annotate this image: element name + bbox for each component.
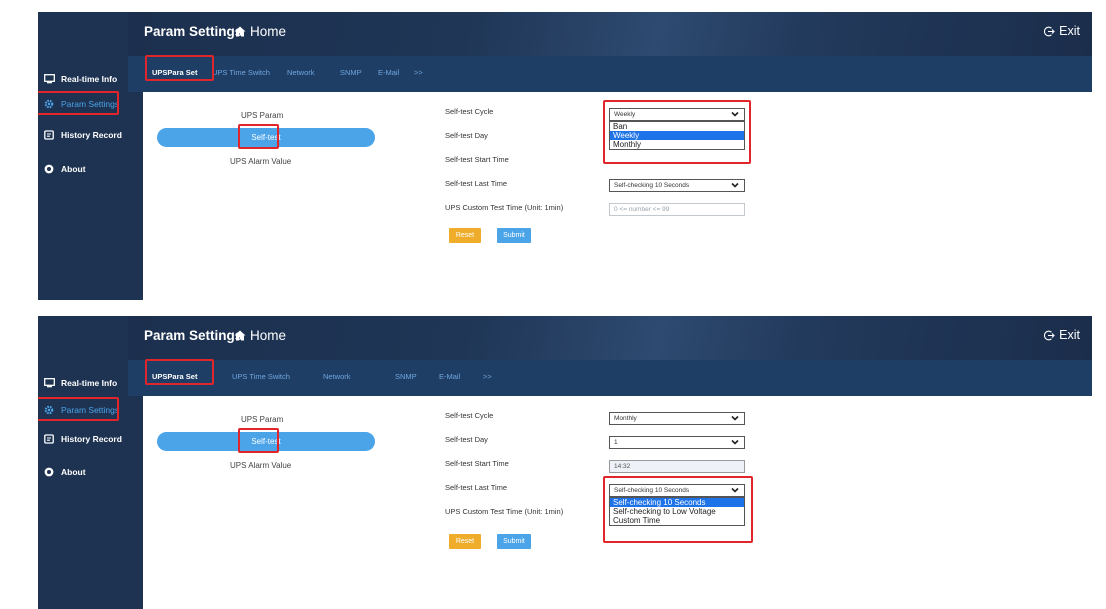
highlight-box xyxy=(145,359,214,385)
screenshot-panel-2: Real-time Info Param Settings History Re… xyxy=(38,316,1092,609)
sidebar-item-about[interactable]: About xyxy=(38,460,128,484)
tab-network[interactable]: Network xyxy=(323,372,351,381)
self-test-start-time-input[interactable]: 14:32 xyxy=(609,460,745,473)
content-area: UPS Param Self-test UPS Alarm Value Self… xyxy=(143,92,1092,300)
sidebar-item-history-record[interactable]: History Record xyxy=(38,427,128,451)
reset-button[interactable]: Reset xyxy=(449,534,481,549)
exit-button[interactable]: Exit xyxy=(1044,24,1080,38)
home-label: Home xyxy=(250,24,287,39)
exit-button[interactable]: Exit xyxy=(1044,328,1080,342)
label-self-test-day: Self-test Day xyxy=(445,435,488,444)
reset-button[interactable]: Reset xyxy=(449,228,481,243)
monitor-icon xyxy=(43,73,55,85)
sidebar-item-history-record[interactable]: History Record xyxy=(38,123,128,147)
header: Param Settings Home Exit xyxy=(128,12,1092,56)
tab-ups-time-switch[interactable]: UPS Time Switch xyxy=(232,372,290,381)
subnav-ups-alarm-value[interactable]: UPS Alarm Value xyxy=(230,461,291,470)
label-self-test-last-time: Self-test Last Time xyxy=(445,483,508,492)
sidebar-item-label: About xyxy=(61,467,86,477)
tab-more[interactable]: >> xyxy=(414,68,423,77)
chevron-down-icon xyxy=(731,182,739,188)
chevron-down-icon xyxy=(731,439,739,445)
selected-value: Monthly xyxy=(614,415,637,422)
highlight-box xyxy=(38,91,119,115)
sidebar-item-label: History Record xyxy=(61,434,122,444)
tab-email[interactable]: E-Mail xyxy=(378,68,399,77)
history-icon xyxy=(43,433,55,445)
tab-ups-time-switch[interactable]: UPS Time Switch xyxy=(212,68,270,77)
chevron-down-icon xyxy=(731,415,739,421)
page-title: Param Settings xyxy=(144,24,243,39)
label-self-test-cycle: Self-test Cycle xyxy=(445,411,494,420)
exit-icon xyxy=(1044,26,1055,36)
self-test-day-select[interactable]: 1 xyxy=(609,436,745,449)
selected-value: Self-checking 10 Seconds xyxy=(614,182,690,189)
tab-more[interactable]: >> xyxy=(483,372,492,381)
home-icon xyxy=(234,26,246,37)
submit-button[interactable]: Submit xyxy=(497,534,531,549)
label-ups-custom-test-time: UPS Custom Test Time (Unit: 1min) xyxy=(445,507,564,516)
info-icon xyxy=(43,163,55,175)
self-test-last-time-select[interactable]: Self-checking 10 Seconds xyxy=(609,179,745,192)
highlight-box xyxy=(238,124,279,149)
header: Param Settings Home Exit xyxy=(128,316,1092,360)
home-icon xyxy=(234,330,246,341)
selected-value: 1 xyxy=(614,439,618,446)
highlight-box xyxy=(38,397,119,421)
label-self-test-start-time: Self-test Start Time xyxy=(445,155,509,164)
subnav-ups-alarm-value[interactable]: UPS Alarm Value xyxy=(230,157,291,166)
tab-snmp[interactable]: SNMP xyxy=(395,372,417,381)
label-self-test-start-time: Self-test Start Time xyxy=(445,459,509,468)
exit-label: Exit xyxy=(1059,24,1080,38)
screenshot-panel-1: Real-time Info Param Settings History Re… xyxy=(38,12,1092,300)
sidebar-item-label: History Record xyxy=(61,130,122,140)
subnav-ups-param[interactable]: UPS Param xyxy=(241,111,283,120)
sidebar-item-label: Real-time Info xyxy=(61,378,118,388)
subnav-ups-param[interactable]: UPS Param xyxy=(241,415,283,424)
tab-bar: UPSPara Set UPS Time Switch Network SNMP… xyxy=(128,359,1092,396)
sidebar-item-label: About xyxy=(61,164,86,174)
label-self-test-day: Self-test Day xyxy=(445,131,488,140)
label-ups-custom-test-time: UPS Custom Test Time (Unit: 1min) xyxy=(445,203,564,212)
label-self-test-cycle: Self-test Cycle xyxy=(445,107,494,116)
sidebar-item-realtime-info[interactable]: Real-time Info xyxy=(38,67,128,91)
highlight-box xyxy=(603,476,753,543)
monitor-icon xyxy=(43,377,55,389)
exit-label: Exit xyxy=(1059,328,1080,342)
sidebar-item-label: Real-time Info xyxy=(61,74,118,84)
history-icon xyxy=(43,129,55,141)
sidebar-item-realtime-info[interactable]: Real-time Info xyxy=(38,371,128,395)
tab-network[interactable]: Network xyxy=(287,68,315,77)
custom-test-time-input[interactable]: 0 <= number <= 99 xyxy=(609,203,745,216)
sidebar: Real-time Info Param Settings History Re… xyxy=(38,316,128,609)
sidebar: Real-time Info Param Settings History Re… xyxy=(38,12,128,300)
sidebar-item-about[interactable]: About xyxy=(38,157,128,181)
exit-icon xyxy=(1044,330,1055,340)
label-self-test-last-time: Self-test Last Time xyxy=(445,179,508,188)
content-area: UPS Param Self-test UPS Alarm Value Self… xyxy=(143,396,1092,609)
highlight-box xyxy=(238,428,279,453)
tab-email[interactable]: E-Mail xyxy=(439,372,460,381)
highlight-box xyxy=(145,55,214,81)
home-link[interactable]: Home xyxy=(234,24,286,39)
tab-bar: UPSPara Set UPS Time Switch Network SNMP… xyxy=(128,55,1092,92)
home-link[interactable]: Home xyxy=(234,328,286,343)
info-icon xyxy=(43,466,55,478)
home-label: Home xyxy=(250,328,287,343)
submit-button[interactable]: Submit xyxy=(497,228,531,243)
tab-snmp[interactable]: SNMP xyxy=(340,68,362,77)
highlight-box xyxy=(603,100,751,164)
page-title: Param Settings xyxy=(144,328,243,343)
self-test-cycle-select[interactable]: Monthly xyxy=(609,412,745,425)
